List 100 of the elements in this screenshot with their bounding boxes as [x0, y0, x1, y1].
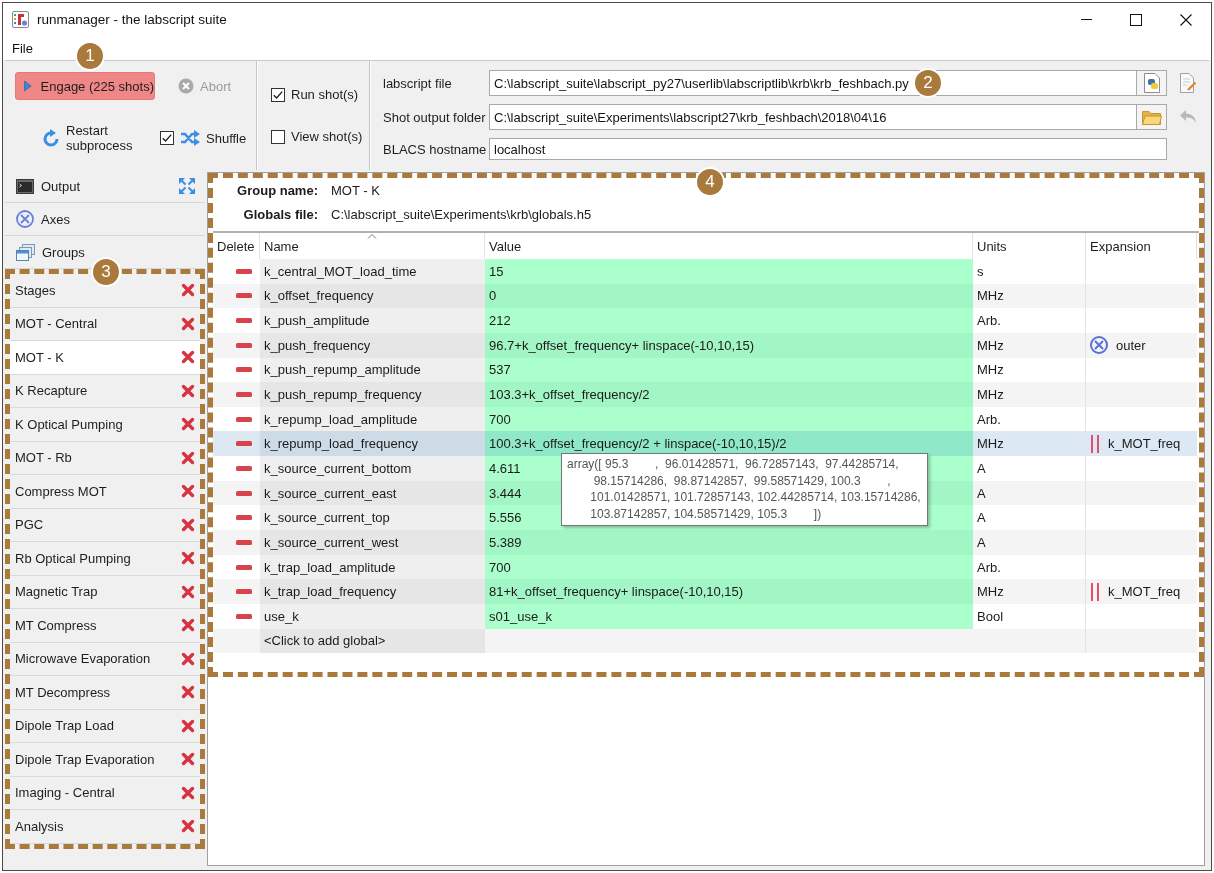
- cross-icon[interactable]: [181, 584, 195, 599]
- minus-icon[interactable]: [236, 613, 252, 619]
- info-value: MOT - K: [331, 182, 381, 198]
- cell-value: 3.444: [489, 485, 522, 501]
- table-cell[interactable]: k_push_frequency: [260, 332, 485, 358]
- tab-label: Axes: [41, 211, 71, 227]
- cell-value: 103.3+k_offset_frequency/2: [489, 387, 650, 402]
- cross-circle-icon: [178, 78, 194, 94]
- cross-icon[interactable]: [181, 618, 195, 633]
- cross-icon[interactable]: [181, 484, 195, 499]
- close-icon[interactable]: [1180, 13, 1192, 26]
- minus-icon[interactable]: [236, 515, 252, 521]
- cross-circle-icon: [16, 210, 34, 228]
- table-cell: MHz: [973, 332, 1086, 358]
- edit-document-icon[interactable]: [1179, 73, 1197, 93]
- checkbox-label: Shuffle: [206, 130, 247, 146]
- cell-value: 4.611: [489, 460, 521, 476]
- table-cell[interactable]: k_source_current_west: [260, 530, 485, 555]
- minus-icon[interactable]: [236, 268, 252, 274]
- browse-button[interactable]: [1137, 104, 1167, 130]
- cross-icon[interactable]: [181, 517, 195, 532]
- table-cell[interactable]: k_source_current_bottom: [260, 456, 485, 481]
- checkbox[interactable]: [271, 87, 285, 102]
- table-cell: MHz: [973, 431, 1086, 457]
- table-cell[interactable]: use_k: [260, 603, 485, 629]
- info-label: Globals file:: [242, 206, 318, 222]
- minus-icon[interactable]: [236, 293, 252, 299]
- minus-icon[interactable]: [236, 539, 252, 545]
- cell-value: 15: [489, 263, 504, 279]
- table-cell[interactable]: k_central_MOT_load_time: [260, 259, 485, 284]
- cross-icon[interactable]: [181, 350, 195, 365]
- field-label: labscript file: [383, 75, 453, 91]
- minus-icon[interactable]: [236, 416, 252, 422]
- table-cell[interactable]: k_push_repump_frequency: [260, 382, 485, 407]
- cross-icon[interactable]: [181, 283, 195, 298]
- cell-value: 700: [489, 559, 511, 575]
- table-cell[interactable]: k_offset_frequency: [260, 283, 485, 309]
- cross-icon[interactable]: [181, 450, 195, 465]
- table-cell[interactable]: k_trap_load_amplitude: [260, 554, 485, 580]
- table-cell[interactable]: k_push_amplitude: [260, 308, 485, 333]
- expand-arrows-icon[interactable]: [178, 177, 196, 195]
- minus-icon[interactable]: [236, 564, 252, 570]
- table-cell[interactable]: k_source_current_east: [260, 480, 485, 506]
- info-label: Group name:: [236, 182, 318, 198]
- checkbox[interactable]: [271, 129, 285, 144]
- minus-icon[interactable]: [236, 465, 252, 471]
- table-cell[interactable]: k_repump_load_frequency: [260, 431, 485, 457]
- cell-value: 81+k_offset_frequency+ linspace(-10,10,15): [489, 584, 744, 600]
- add-global-cell[interactable]: <Click to add global>: [260, 628, 485, 654]
- field-label: BLACS hostname: [383, 141, 488, 157]
- checkbox-label: View shot(s): [291, 129, 363, 144]
- checkbox[interactable]: [160, 131, 174, 145]
- toolbox-tab[interactable]: Axes: [5, 203, 205, 236]
- cross-icon[interactable]: [181, 718, 195, 733]
- cell-value: 537: [489, 362, 511, 378]
- cross-icon[interactable]: [181, 316, 195, 331]
- restart-button[interactable]: Restart subprocess: [42, 123, 142, 153]
- play-icon: [24, 79, 32, 93]
- double-bar-icon: [1090, 434, 1100, 453]
- maximize-icon[interactable]: [1130, 13, 1142, 26]
- cell-value: 5.389: [489, 534, 522, 550]
- menu-item[interactable]: File: [12, 40, 33, 56]
- minus-icon[interactable]: [236, 441, 252, 447]
- minus-icon[interactable]: [236, 367, 252, 373]
- cross-icon[interactable]: [181, 752, 195, 767]
- cross-icon[interactable]: [181, 685, 195, 700]
- toolbox-tab[interactable]: Output: [5, 170, 205, 203]
- tab-label: Output: [41, 178, 82, 194]
- window-title: runmanager - the labscript suite: [37, 12, 227, 27]
- cell-value: s01_use_k: [489, 608, 552, 624]
- text-field[interactable]: C:\labscript_suite\Experiments\labscript27\krb_feshbach\2018\04\16: [489, 104, 1137, 130]
- app-icon: [12, 11, 29, 28]
- cross-icon[interactable]: [181, 785, 195, 800]
- minus-icon[interactable]: [236, 318, 252, 324]
- cross-icon[interactable]: [181, 819, 195, 834]
- tooltip: array([ 95.3 , 96.01428571, 96.72857143, 97.44285714, 98.15714286, 98.87142857, 99.58571429, 100.3 , 101.01428571, 101.72857143, 102.44285714, 103.15714286, 103.87142857, 104.58571429, 105.3 ]): [561, 453, 928, 527]
- cross-icon[interactable]: [181, 551, 195, 566]
- group-item[interactable]: MOT - K: [10, 341, 200, 375]
- cross-icon[interactable]: [181, 651, 195, 666]
- cross-icon[interactable]: [181, 383, 195, 398]
- table-cell[interactable]: k_trap_load_frequency: [260, 579, 485, 604]
- double-bar-icon: [1090, 582, 1100, 601]
- table-cell[interactable]: k_repump_load_amplitude: [260, 406, 485, 432]
- browse-button[interactable]: [1137, 70, 1167, 96]
- engage-button[interactable]: Engage (225 shots): [15, 72, 155, 100]
- stacked-windows-icon: [16, 243, 35, 261]
- minus-icon[interactable]: [236, 342, 252, 348]
- minus-icon[interactable]: [236, 490, 252, 496]
- table-cell[interactable]: k_source_current_top: [260, 505, 485, 531]
- table-cell: MHz: [973, 579, 1086, 604]
- cell-value: 100.3+k_offset_frequency/2 + linspace(-10,10,15)/2: [489, 436, 787, 452]
- folder-icon: [1141, 109, 1162, 125]
- table-cell[interactable]: k_push_repump_amplitude: [260, 357, 485, 383]
- expansion-name: k_MOT_freq: [1108, 584, 1181, 600]
- expansion-name: k_MOT_freq: [1108, 436, 1181, 452]
- cross-icon[interactable]: [181, 417, 195, 432]
- minus-icon[interactable]: [236, 589, 252, 595]
- text-field[interactable]: localhost: [489, 138, 1167, 160]
- info-value: C:\labscript_suite\Experiments\krb\globals.h5: [331, 206, 593, 222]
- cell-value: 5.556: [489, 510, 522, 526]
